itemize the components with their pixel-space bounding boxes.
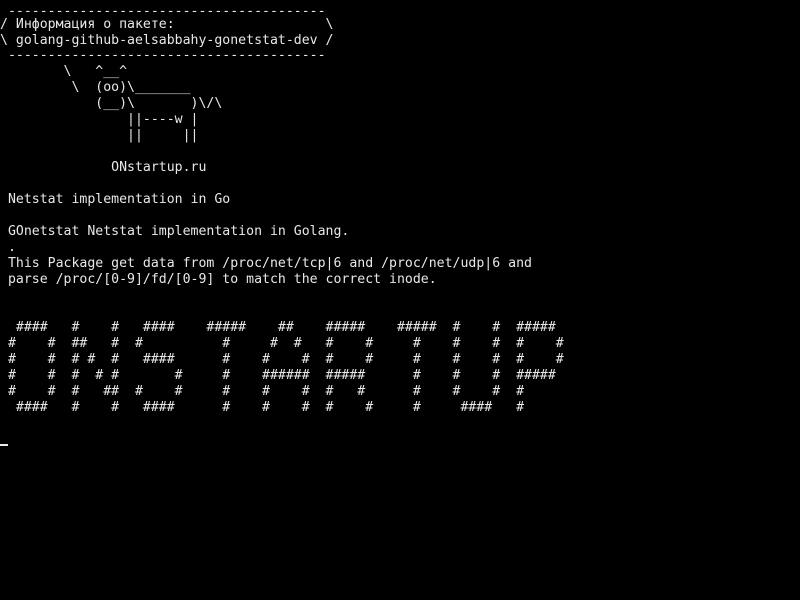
- cow-art-line: \ ^__^: [0, 64, 128, 79]
- banner-bottom-border: ----------------------------------------: [0, 48, 326, 63]
- description-text: This Package get data from /proc/net/tcp…: [0, 256, 532, 271]
- figlet-banner-line: #### # # #### ##### ## ##### ##### # # #…: [0, 320, 556, 335]
- package-summary: Netstat implementation in Go: [0, 192, 231, 207]
- package-description: GOnetstat Netstat implementation in Gola…: [0, 224, 350, 239]
- banner-title-line: / Информация о пакете: \: [0, 17, 334, 32]
- description-text: parse /proc/[0-9]/fd/[0-9] to match the …: [0, 272, 437, 287]
- text-cursor: [0, 444, 8, 446]
- site-name: ONstartup.ru: [0, 160, 207, 175]
- cow-art-line: ||----w |: [0, 112, 199, 127]
- cow-art-line: (__)\ )\/\: [0, 96, 223, 111]
- figlet-banner-line: #### # # #### # # # # # # #### #: [0, 400, 525, 415]
- banner-package-line: \ golang-github-aelsabbahy-gonetstat-dev…: [0, 33, 334, 48]
- figlet-banner-line: # # # # # #### # # # # # # # # # #: [0, 352, 564, 367]
- terminal-screen[interactable]: ----------------------------------------…: [0, 0, 800, 600]
- description-separator: .: [0, 240, 16, 255]
- figlet-banner-line: # # # ## # # # # # # # # # # #: [0, 384, 525, 399]
- cow-art-line: || ||: [0, 128, 199, 143]
- figlet-banner-line: # # ## # # # # # # # # # # # #: [0, 336, 564, 351]
- figlet-banner-line: # # # # # # # ###### ##### # # # #####: [0, 368, 556, 383]
- cow-art-line: \ (oo)\_______: [0, 80, 191, 95]
